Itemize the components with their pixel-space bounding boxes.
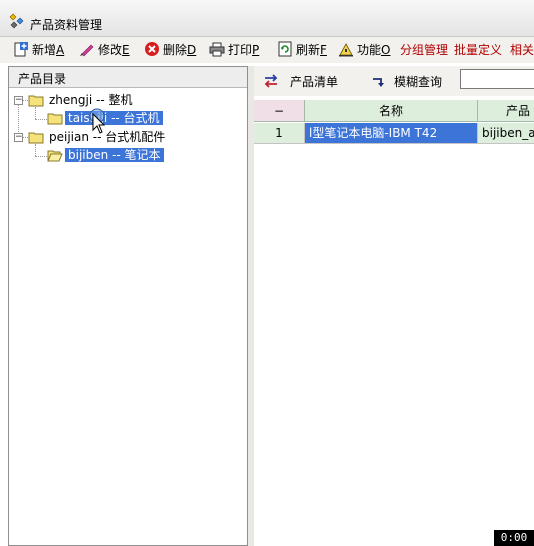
window-title: 产品资料管理: [30, 18, 103, 32]
group-manage-button[interactable]: 分组管理: [400, 40, 448, 60]
fuzzy-search-label: 模糊查询: [394, 75, 443, 89]
add-shortcut: A: [56, 43, 65, 57]
tree-node-bijiben[interactable]: bijiben -- 笔记本: [65, 147, 164, 163]
folder-icon: [28, 95, 44, 107]
folder-icon: [28, 132, 44, 144]
search-input[interactable]: [460, 69, 534, 89]
print-label: 打印: [228, 43, 253, 57]
tree-node-peijian[interactable]: peijian -- 台式机配件: [49, 129, 165, 145]
tree-node-label: peijian -- 台式机配件: [49, 130, 166, 144]
refresh-label: 刷新: [296, 43, 321, 57]
product-grid: − 名称 产品 1 l型笔记本电脑-IBM T42 bijiben_a: [254, 100, 534, 546]
collapse-toggle[interactable]: −: [14, 133, 23, 142]
delete-button[interactable]: 删除D: [144, 40, 196, 60]
delete-shortcut: D: [187, 43, 197, 57]
delete-icon: [145, 42, 159, 56]
list-toolbar: 产品清单 模糊查询: [254, 66, 534, 96]
product-catalog-panel: 产品目录 − zhengji -- 整机 taishiji -- 台式机 − p…: [8, 66, 248, 546]
product-list-button[interactable]: 产品清单: [263, 72, 338, 92]
search-arrow-icon: [373, 78, 384, 87]
title-bar: 产品资料管理: [0, 0, 534, 37]
tree-connector: [35, 107, 36, 119]
fuzzy-search-button[interactable]: 模糊查询: [370, 72, 442, 92]
print-shortcut: P: [252, 43, 260, 57]
catalog-header: 产品目录: [9, 67, 247, 88]
tree-node-label: taishiji -- 台式机: [65, 111, 163, 125]
edit-pen-icon: [80, 44, 94, 57]
refresh-icon: [278, 41, 292, 57]
tree-connector: [35, 119, 47, 120]
refresh-shortcut: F: [320, 43, 327, 57]
app-icon: [9, 13, 24, 29]
main-toolbar: 新增A 修改E 删除D 打印P 刷新F 功能O 分组管理 批量定义 相关: [0, 37, 534, 63]
function-tool-icon: [339, 43, 353, 57]
related-button[interactable]: 相关: [510, 40, 534, 60]
edit-button[interactable]: 修改E: [79, 40, 130, 60]
refresh-button[interactable]: 刷新F: [277, 40, 327, 60]
name-column-header[interactable]: 名称: [305, 100, 478, 122]
edit-label: 修改: [98, 43, 123, 57]
product-name-cell[interactable]: l型笔记本电脑-IBM T42: [305, 123, 478, 144]
group-manage-label: 分组管理: [400, 43, 449, 57]
product-column-header[interactable]: 产品: [478, 100, 534, 122]
open-folder-icon: [47, 150, 63, 162]
tree-node-label: zhengji -- 整机: [49, 93, 133, 107]
folder-icon: [47, 113, 63, 125]
print-button[interactable]: 打印P: [209, 40, 259, 60]
function-button[interactable]: 功能O: [338, 40, 390, 60]
function-label: 功能: [357, 43, 382, 57]
tree-connector: [35, 144, 36, 156]
batch-define-label: 批量定义: [454, 43, 503, 57]
tree-node-taishiji[interactable]: taishiji -- 台式机: [65, 110, 163, 126]
catalog-header-label: 产品目录: [18, 72, 67, 86]
printer-icon: [209, 42, 225, 57]
related-label: 相关: [510, 43, 534, 57]
tree-node-label: bijiben -- 笔记本: [65, 148, 164, 162]
batch-define-button[interactable]: 批量定义: [454, 40, 502, 60]
add-label: 新增: [32, 43, 57, 57]
tree-node-zhengji[interactable]: zhengji -- 整机: [49, 92, 132, 108]
collapse-toggle[interactable]: −: [14, 96, 23, 105]
timer-badge: 0:00: [494, 530, 534, 546]
new-document-icon: [14, 42, 28, 57]
product-list-label: 产品清单: [290, 75, 339, 89]
product-code-cell[interactable]: bijiben_a: [478, 123, 534, 144]
edit-shortcut: E: [122, 43, 130, 57]
function-shortcut: O: [381, 43, 391, 57]
row-number-cell[interactable]: 1: [254, 123, 305, 144]
add-button[interactable]: 新增A: [13, 40, 64, 60]
swap-arrows-icon: [264, 74, 278, 88]
delete-label: 删除: [163, 43, 188, 57]
tree-connector: [35, 156, 47, 157]
row-number-header[interactable]: −: [254, 100, 305, 122]
